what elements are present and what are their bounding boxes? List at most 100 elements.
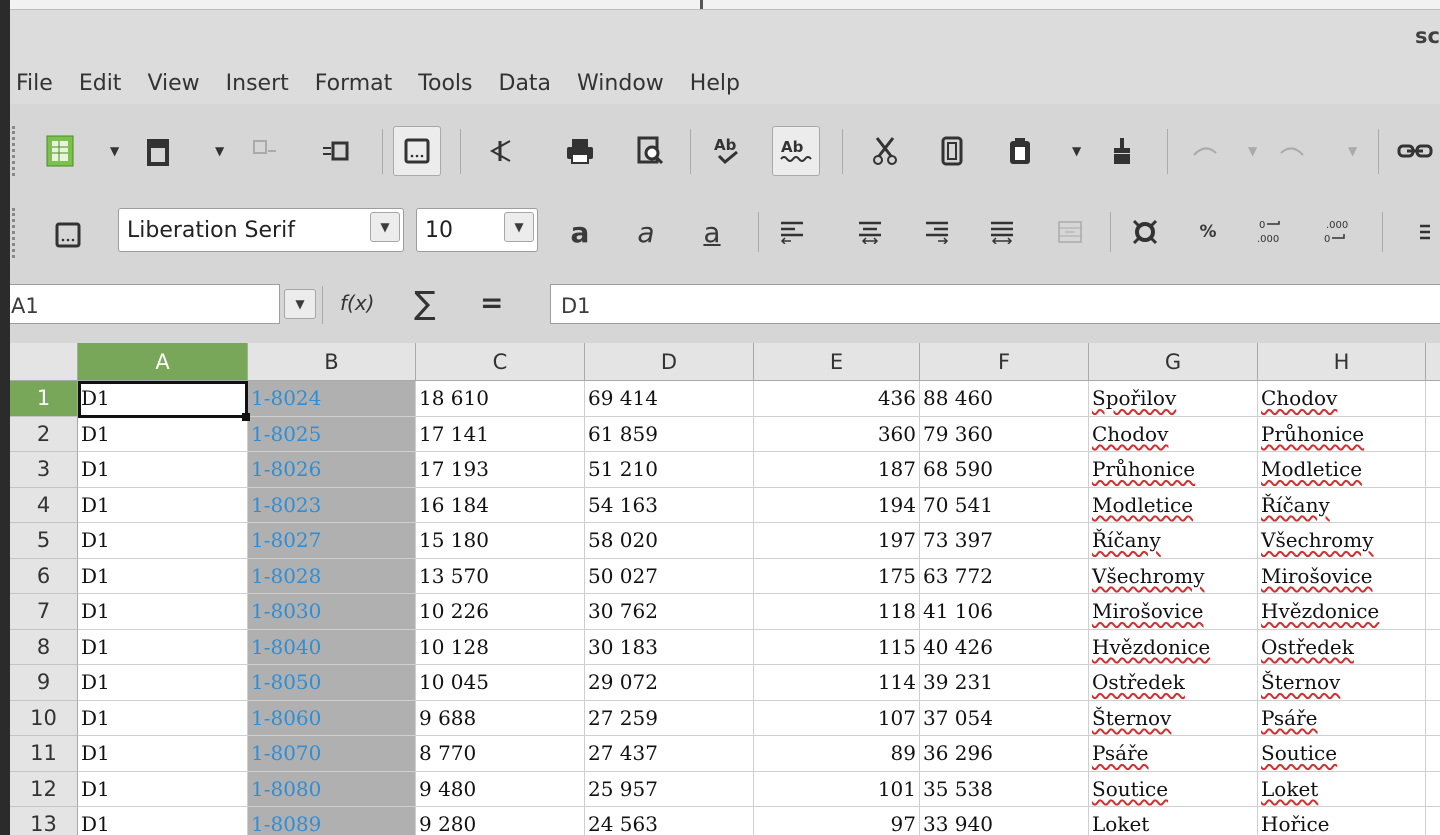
paste-dropdown-arrow[interactable]: ▼ — [1072, 144, 1081, 158]
font-size-dropdown-button[interactable]: ▼ — [504, 212, 534, 242]
cell-g7[interactable]: Mirošovice — [1089, 594, 1258, 630]
undo-icon[interactable] — [1185, 131, 1225, 171]
cell-i7[interactable] — [1426, 594, 1440, 630]
cell-c4[interactable]: 16 184 — [416, 487, 585, 523]
font-name-combo[interactable]: Liberation Serif ▼ — [118, 208, 404, 252]
font-name-dropdown-button[interactable]: ▼ — [370, 212, 400, 242]
add-decimal-icon[interactable]: 0 .000 — [1250, 212, 1290, 252]
cell-f4[interactable]: 70 541 — [920, 487, 1089, 523]
row-header[interactable]: 4 — [10, 487, 78, 523]
paste-icon[interactable] — [1000, 131, 1040, 171]
cell-e7[interactable]: 118 — [754, 594, 920, 630]
cell-c2[interactable]: 17 141 — [416, 416, 585, 452]
cell-e13[interactable]: 97 — [754, 807, 920, 835]
name-box-dropdown-button[interactable]: ▼ — [284, 289, 316, 319]
cell-a6[interactable]: D1 — [78, 558, 248, 594]
cell-e3[interactable]: 187 — [754, 452, 920, 488]
merge-cells-icon[interactable] — [1050, 212, 1090, 252]
row-header[interactable]: 6 — [10, 558, 78, 594]
cell-h13[interactable]: Hořice — [1258, 807, 1426, 835]
cell-h12[interactable]: Loket — [1258, 771, 1426, 807]
cell-g9[interactable]: Ostředek — [1089, 665, 1258, 701]
cell-c11[interactable]: 8 770 — [416, 736, 585, 772]
row-header[interactable]: 9 — [10, 665, 78, 701]
underline-icon[interactable]: a — [692, 212, 732, 252]
menu-tools[interactable]: Tools — [418, 71, 472, 96]
cell-g8[interactable]: Hvězdonice — [1089, 629, 1258, 665]
menu-edit[interactable]: Edit — [79, 71, 122, 96]
cell-h1[interactable]: Chodov — [1258, 381, 1426, 417]
row-header[interactable]: 7 — [10, 594, 78, 630]
percent-format-icon[interactable]: % — [1188, 212, 1228, 252]
currency-format-icon[interactable] — [1125, 212, 1165, 252]
cell-e9[interactable]: 114 — [754, 665, 920, 701]
cell-h8[interactable]: Ostředek — [1258, 629, 1426, 665]
cut-icon[interactable] — [865, 131, 905, 171]
column-header-d[interactable]: D — [585, 343, 754, 381]
cell-f6[interactable]: 63 772 — [920, 558, 1089, 594]
cell-b1[interactable]: 1-8024 — [248, 381, 416, 417]
cell-e11[interactable]: 89 — [754, 736, 920, 772]
auto-spellcheck-icon[interactable]: Ab — [772, 126, 820, 176]
hyperlink-icon[interactable] — [1395, 131, 1435, 171]
cell-d2[interactable]: 61 859 — [585, 416, 754, 452]
redo-icon[interactable] — [1272, 131, 1312, 171]
function-wizard-button[interactable]: f(x) — [340, 291, 374, 315]
cell-a7[interactable]: D1 — [78, 594, 248, 630]
cell-f7[interactable]: 41 106 — [920, 594, 1089, 630]
row-header[interactable]: 3 — [10, 452, 78, 488]
formula-input[interactable]: D1 — [550, 284, 1440, 324]
sum-button[interactable]: ∑ — [414, 284, 436, 322]
cell-h6[interactable]: Mirošovice — [1258, 558, 1426, 594]
autofill-handle[interactable] — [242, 413, 250, 421]
row-header[interactable]: 11 — [10, 736, 78, 772]
cell-f5[interactable]: 73 397 — [920, 523, 1089, 559]
cell-f1[interactable]: 88 460 — [920, 381, 1089, 417]
cell-f3[interactable]: 68 590 — [920, 452, 1089, 488]
row-header[interactable]: 12 — [10, 771, 78, 807]
export-icon[interactable] — [315, 131, 355, 171]
cell-d5[interactable]: 58 020 — [585, 523, 754, 559]
cell-h5[interactable]: Všechromy — [1258, 523, 1426, 559]
cell-f12[interactable]: 35 538 — [920, 771, 1089, 807]
styles-dialog-icon[interactable] — [48, 215, 88, 255]
cell-b6[interactable]: 1-8028 — [248, 558, 416, 594]
cell-i4[interactable] — [1426, 488, 1440, 523]
cell-e4[interactable]: 194 — [754, 487, 920, 523]
print-preview-icon[interactable] — [630, 131, 670, 171]
redo-dropdown-arrow[interactable]: ▼ — [1348, 144, 1357, 158]
cell-g6[interactable]: Všechromy — [1089, 558, 1258, 594]
undo-dropdown-arrow[interactable]: ▼ — [1248, 144, 1257, 158]
justify-icon[interactable] — [982, 212, 1022, 252]
cell-i12[interactable] — [1426, 772, 1440, 807]
formula-button[interactable]: = — [480, 286, 503, 319]
row-header[interactable]: 13 — [10, 807, 78, 835]
cell-i5[interactable] — [1426, 523, 1440, 559]
menu-data[interactable]: Data — [499, 71, 552, 96]
new-dropdown-arrow[interactable]: ▼ — [110, 144, 119, 158]
cell-e2[interactable]: 360 — [754, 416, 920, 452]
cell-d12[interactable]: 25 957 — [585, 771, 754, 807]
menu-view[interactable]: View — [147, 71, 199, 96]
spreadsheet-grid[interactable]: A B C D E F G H 1 D1 1-8024 18 610 69 414 436 88 460 Sp… — [10, 343, 1440, 835]
cell-c10[interactable]: 9 688 — [416, 700, 585, 736]
templates-dropdown-arrow[interactable]: ▼ — [215, 144, 224, 158]
cell-c1[interactable]: 18 610 — [416, 381, 585, 417]
cell-c7[interactable]: 10 226 — [416, 594, 585, 630]
cell-c13[interactable]: 9 280 — [416, 807, 585, 835]
column-header-f[interactable]: F — [920, 343, 1089, 381]
dialog-toggle-icon[interactable] — [393, 126, 441, 176]
bold-icon[interactable]: a — [560, 212, 600, 252]
cell-i10[interactable] — [1426, 701, 1440, 736]
cell-h9[interactable]: Šternov — [1258, 665, 1426, 701]
cell-i8[interactable] — [1426, 630, 1440, 665]
print-icon[interactable] — [560, 131, 600, 171]
cell-f10[interactable]: 37 054 — [920, 700, 1089, 736]
cell-a4[interactable]: D1 — [78, 487, 248, 523]
column-header-b[interactable]: B — [248, 343, 416, 381]
cell-e5[interactable]: 197 — [754, 523, 920, 559]
cell-b10[interactable]: 1-8060 — [248, 700, 416, 736]
select-all-corner[interactable] — [10, 343, 78, 381]
menu-format[interactable]: Format — [315, 71, 393, 96]
row-header[interactable]: 5 — [10, 523, 78, 559]
